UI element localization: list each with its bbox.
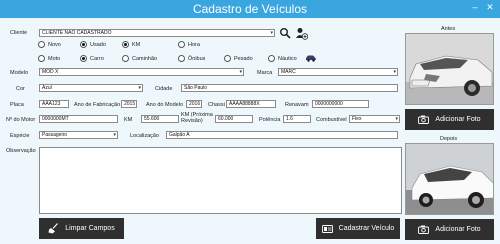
radio-hora[interactable]: Hora (178, 41, 200, 48)
observacao-label: Observação (6, 148, 36, 154)
especie-label: Espécie (10, 133, 30, 139)
chevron-down-icon: ▾ (393, 69, 396, 75)
radio-caminhao[interactable]: Caminhão (122, 55, 157, 62)
radio-carro[interactable]: Carro (80, 55, 104, 62)
title-bar: Cadastro de Veículos – ✕ (0, 0, 500, 18)
potencia-label: Potência (259, 117, 281, 123)
chevron-down-icon: ▾ (113, 132, 116, 138)
cidade-label: Cidade (155, 86, 173, 92)
radio-moto[interactable]: Moto (38, 55, 60, 62)
radio-nautico[interactable]: Náutico (268, 55, 297, 62)
radio-pesado[interactable]: Pesado (224, 55, 253, 62)
camera-icon (418, 225, 430, 234)
radio-novo[interactable]: Novo (38, 41, 61, 48)
cliente-label: Cliente (10, 30, 28, 36)
ano-fabricacao-input[interactable]: 2015 (121, 100, 137, 108)
antes-label: Antes (441, 26, 456, 32)
km-revisao-input[interactable]: 60.000 (215, 115, 253, 123)
potencia-input[interactable]: 1.6 (283, 115, 311, 123)
chevron-down-icon: ▾ (239, 69, 242, 75)
photo-antes (405, 33, 494, 105)
ano-modelo-label: Ano do Modelo (146, 102, 183, 108)
cor-label: Cor (16, 86, 25, 92)
marca-label: Marca (257, 70, 273, 76)
cadastrar-veiculo-button[interactable]: Cadastrar Veículo (316, 218, 400, 239)
combustivel-label: Combustível (316, 117, 347, 123)
window-title: Cadastro de Veículos (192, 2, 308, 16)
chevron-down-icon: ▾ (138, 85, 141, 91)
chassi-label: Chassi (208, 102, 225, 108)
id-card-icon (321, 224, 333, 233)
car-photo-depois (406, 144, 493, 214)
add-user-icon[interactable] (295, 27, 308, 40)
placa-label: Placa (10, 102, 24, 108)
km-input[interactable]: 55.600 (141, 115, 179, 123)
add-photo-antes-button[interactable]: Adicionar Foto (405, 109, 494, 130)
chevron-down-icon: ▾ (395, 116, 398, 122)
combustivel-select[interactable]: Flex ▾ (349, 115, 400, 123)
car-icon (306, 55, 316, 62)
search-icon[interactable] (279, 27, 291, 39)
radio-usado[interactable]: Usado (80, 41, 106, 48)
add-photo-depois-button[interactable]: Adicionar Foto (405, 219, 494, 240)
chassi-input[interactable]: AAAA88888X (226, 100, 276, 108)
depois-label: Depois (440, 136, 458, 142)
cliente-select[interactable]: CLIENTE NÃO CADASTRADO ▾ (39, 29, 275, 37)
motor-label: Nº do Motor (6, 117, 36, 123)
close-icon[interactable]: ✕ (485, 2, 495, 12)
marca-select[interactable]: MARC ▾ (278, 68, 398, 76)
broom-icon (48, 223, 59, 234)
especie-select[interactable]: Passageiro ▾ (39, 131, 118, 139)
placa-input[interactable]: AAA123 (39, 100, 69, 108)
localizacao-label: Localização (130, 133, 160, 139)
observacao-textarea[interactable] (39, 147, 402, 214)
km-label: KM (124, 117, 133, 123)
localizacao-input[interactable]: Galpão A (166, 131, 398, 139)
photo-depois (405, 143, 494, 215)
cliente-value: CLIENTE NÃO CADASTRADO (42, 30, 112, 36)
ano-modelo-input[interactable]: 2016 (186, 100, 202, 108)
renavam-label: Renavam (285, 102, 309, 108)
ano-fabricacao-label: Ano de Fabricação (74, 102, 121, 108)
km-revisao-label: KM (Próxima Revisão) (181, 112, 213, 124)
radio-km[interactable]: KM (122, 41, 140, 48)
car-photo-antes (406, 34, 493, 104)
camera-icon (418, 115, 430, 124)
motor-input[interactable]: 0000000MT (39, 115, 118, 123)
cidade-input[interactable]: São Paulo (181, 84, 398, 92)
chevron-down-icon: ▾ (270, 30, 273, 36)
cor-select[interactable]: Azul ▾ (39, 84, 143, 92)
limpar-campos-button[interactable]: Limpar Campos (39, 218, 124, 239)
modelo-select[interactable]: MOD X ▾ (39, 68, 244, 76)
minimize-icon[interactable]: – (470, 2, 480, 12)
renavam-input[interactable]: 0000000000 (312, 100, 369, 108)
modelo-label: Modelo (10, 70, 29, 76)
radio-onibus[interactable]: Ônibus (178, 55, 205, 62)
